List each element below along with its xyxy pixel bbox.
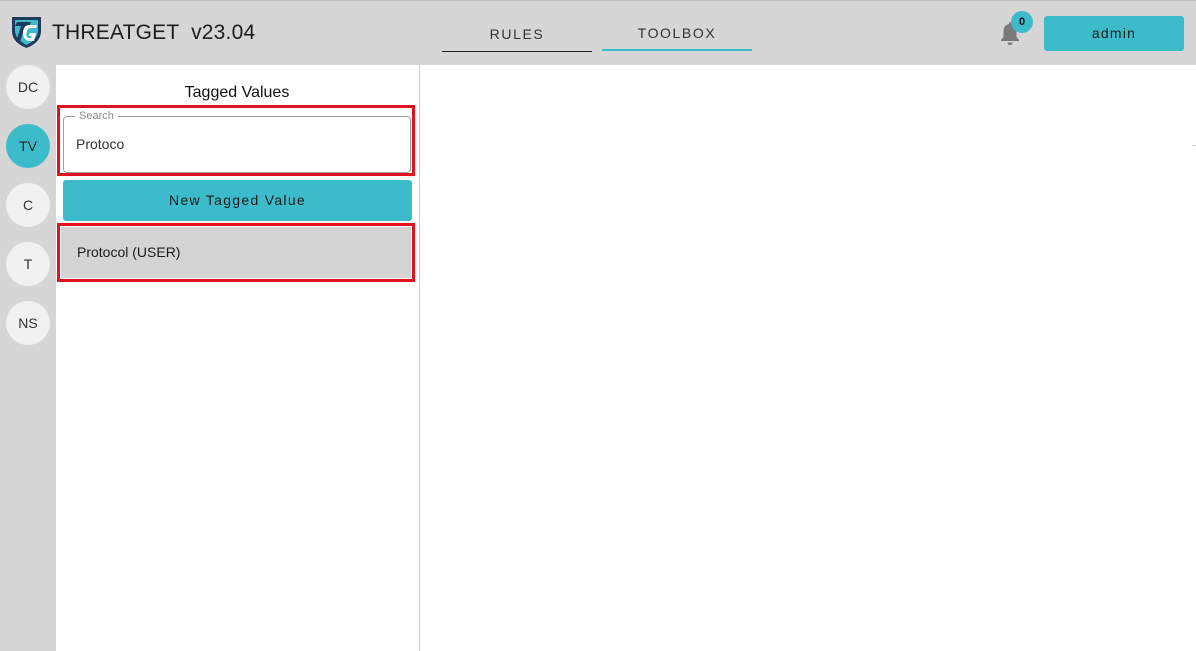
top-bar: THREATGET v23.04 RULES TOOLBOX 0 admin: [0, 0, 1196, 65]
tagged-values-panel: Tagged Values Search New Tagged Value Pr…: [56, 65, 420, 651]
panel-title: Tagged Values: [184, 84, 290, 101]
search-input[interactable]: [76, 131, 396, 157]
new-tagged-value-button[interactable]: New Tagged Value: [63, 180, 412, 221]
tab-toolbox[interactable]: TOOLBOX: [602, 22, 752, 51]
list-item[interactable]: Protocol (USER): [61, 227, 411, 278]
list-item-label: Protocol (USER): [77, 244, 181, 260]
app-title: THREATGET v23.04: [52, 21, 256, 44]
search-field-label: Search: [75, 110, 118, 122]
threatget-logo-icon: [12, 17, 41, 48]
scrollbar[interactable]: [1192, 66, 1196, 146]
left-rail: DC TV C T NS: [0, 65, 56, 651]
user-menu-button[interactable]: admin: [1044, 16, 1184, 51]
rail-item-tv[interactable]: TV: [6, 124, 50, 168]
rail-item-ns[interactable]: NS: [6, 301, 50, 345]
tab-rules[interactable]: RULES: [442, 23, 592, 52]
rail-item-c[interactable]: C: [6, 183, 50, 227]
rail-item-t[interactable]: T: [6, 242, 50, 286]
notification-count-badge: 0: [1011, 11, 1033, 33]
main-content-area: [420, 65, 1196, 651]
rail-item-dc[interactable]: DC: [6, 65, 50, 109]
